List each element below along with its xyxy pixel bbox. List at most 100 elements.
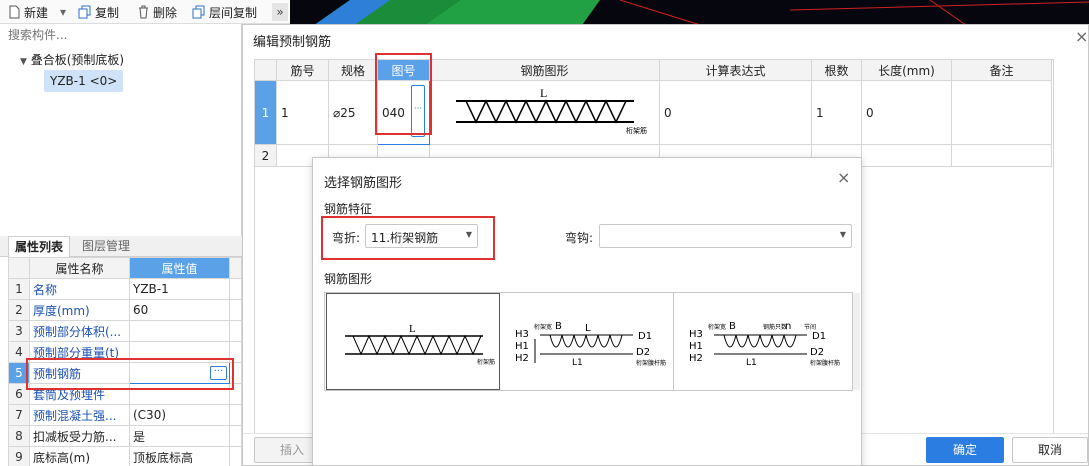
row-num: 2 [254,144,277,167]
prop-value[interactable] [129,383,230,405]
shape2-H1: H1 [515,341,529,352]
rebar-table: 筋号 规格 图号 钢筋图形 计算表达式 根数 长度(mm) 备注 1 1 ⌀25… [254,59,1052,167]
rebar-row[interactable]: 1 1 ⌀25 040 ··· L 桁架筋 0 1 0 [254,80,1052,145]
property-row[interactable]: 6 套筒及预埋件 [8,383,242,405]
prop-value[interactable] [129,320,230,342]
prop-extra [229,383,242,405]
trash-icon [139,5,148,19]
bend-select[interactable]: 11.桁架钢筋 ▼ [365,224,478,248]
expand-triangle-icon[interactable]: ▼ [20,57,27,67]
remark-cell[interactable] [951,144,1052,167]
shape2-L: L [585,323,591,334]
prop-name: 厚度(mm) [29,299,130,321]
prop-name: 预制混凝土强... [29,404,130,426]
col-length: 长度(mm) [861,59,952,81]
expr-cell[interactable]: 0 [659,80,812,145]
close-icon[interactable]: × [837,168,850,187]
prop-name: 套筒及预埋件 [29,383,130,405]
cancel-button[interactable]: 取消 [1012,437,1088,463]
bend-select-value: 11.桁架钢筋 [371,231,439,245]
shape-option[interactable]: H3 H1 H2 桁架宽 B 钢筋只数 n 节间 L1 D1 D2 桁架腹杆筋 [673,293,845,390]
prop-value[interactable]: 是 [129,425,230,447]
prop-extra [229,299,242,321]
shape2-top: 桁架宽 [534,323,552,331]
shape-cell[interactable]: L 桁架筋 [429,80,660,145]
length-cell[interactable]: 0 [861,80,952,145]
prop-name: 名称 [29,278,130,300]
truss-shape-2: H3 H1 H2 桁架宽 B L L1 D1 D2 桁架腹杆筋 [515,321,666,368]
col-expr: 计算表达式 [659,59,812,81]
header-num-cell [8,257,30,279]
property-row[interactable]: 8 扣减板受力筋... 是 [8,425,242,447]
fig-ellipsis-button[interactable]: ··· [411,85,425,137]
length-cell[interactable] [861,144,952,167]
shape3-H2: H2 [689,353,703,364]
truss-shape-3: H3 H1 H2 桁架宽 B 钢筋只数 n 节间 L1 D1 D2 桁架腹杆筋 [689,321,840,368]
shape2-H3: H3 [515,329,529,340]
ellipsis-button[interactable]: ··· [210,366,227,380]
tab-layers[interactable]: 图层管理 [76,236,136,257]
prop-value[interactable]: 顶板底标高 [129,446,230,466]
copy-label: 复制 [95,5,120,20]
property-row[interactable]: 1 名称 YZB-1 [8,278,242,300]
tab-properties[interactable]: 属性列表 [8,236,71,257]
fig-no-value: 040 [382,105,405,120]
property-row[interactable]: 2 厚度(mm) 60 [8,299,242,321]
delete-button[interactable]: 删除 [137,3,177,21]
shape-sub-label: 桁架筋 [626,126,647,135]
shape3-H3: H3 [689,329,703,340]
spec-cell[interactable]: ⌀25 [328,80,378,145]
tree-parent-item[interactable]: ▼ 叠合板(预制底板) [20,51,124,68]
prop-value[interactable]: YZB-1 [129,278,230,300]
prop-name: 预制部分重量(t) [29,341,130,363]
prop-name: 底标高(m) [29,446,130,466]
property-row-selected[interactable]: 5 预制钢筋 ··· [8,362,242,384]
rebar-header-row: 筋号 规格 图号 钢筋图形 计算表达式 根数 长度(mm) 备注 [254,59,1052,81]
row-num: 3 [8,320,30,342]
row-num: 1 [8,278,30,300]
tree-child-item[interactable]: YZB-1 <0> [44,70,124,92]
chevron-down-icon: ▼ [839,230,846,239]
property-row[interactable]: 9 底标高(m) 顶板底标高 [8,446,242,466]
close-icon[interactable]: × [1075,27,1088,46]
gallery-scrollbar[interactable] [853,293,860,390]
prop-extra [229,446,242,466]
shape-option[interactable]: H3 H1 H2 桁架宽 B L L1 D1 D2 桁架腹杆筋 [500,293,672,390]
new-label: 新建 [24,5,49,20]
toolbar: 新建 ▾ 复制 删除 层间复制 » [0,0,290,24]
floor-copy-button[interactable]: 层间复制 [192,3,257,21]
search-input[interactable] [8,26,233,44]
row-num: 6 [8,383,30,405]
remark-cell[interactable] [951,80,1052,145]
property-row[interactable]: 7 预制混凝土强... (C30) [8,404,242,426]
prop-value-editor[interactable]: ··· [129,362,230,384]
shape3-top: 桁架宽 [708,323,726,331]
shape3-H1: H1 [689,341,703,352]
hook-select[interactable]: ▼ [599,224,852,248]
select-shape-dialog: 选择钢筋图形 × 钢筋特征 弯折: 11.桁架钢筋 ▼ 弯钩: ▼ 钢筋图形 L… [312,157,862,466]
shape-option-selected[interactable]: L 桁架筋 [326,293,500,390]
row-num: 8 [8,425,30,447]
property-row[interactable]: 4 预制部分重量(t) [8,341,242,363]
copy-button[interactable]: 复制 [78,3,119,21]
prop-name: 预制部分体积(... [29,320,130,342]
dialog-title: 选择钢筋图形 [324,176,403,191]
new-file-icon [9,5,20,19]
prop-name: 预制钢筋 [29,362,130,384]
prop-value[interactable] [129,341,230,363]
shape2-L1: L1 [572,358,583,368]
ok-button[interactable]: 确定 [926,437,1004,463]
chevron-down-icon: ▼ [465,230,472,239]
bar-no-cell[interactable]: 1 [276,80,329,145]
count-cell[interactable]: 1 [811,80,862,145]
new-button[interactable]: 新建 [8,3,48,21]
new-dropdown-arrow[interactable]: ▾ [60,3,66,21]
toolbar-more-button[interactable]: » [272,3,288,21]
row-num: 1 [254,80,277,145]
prop-value[interactable]: 60 [129,299,230,321]
shape3-top2: 钢筋只数 [763,323,787,331]
property-row[interactable]: 3 预制部分体积(... [8,320,242,342]
col-count: 根数 [811,59,862,81]
prop-value[interactable]: (C30) [129,404,230,426]
fig-no-cell[interactable]: 040 ··· [377,80,430,145]
